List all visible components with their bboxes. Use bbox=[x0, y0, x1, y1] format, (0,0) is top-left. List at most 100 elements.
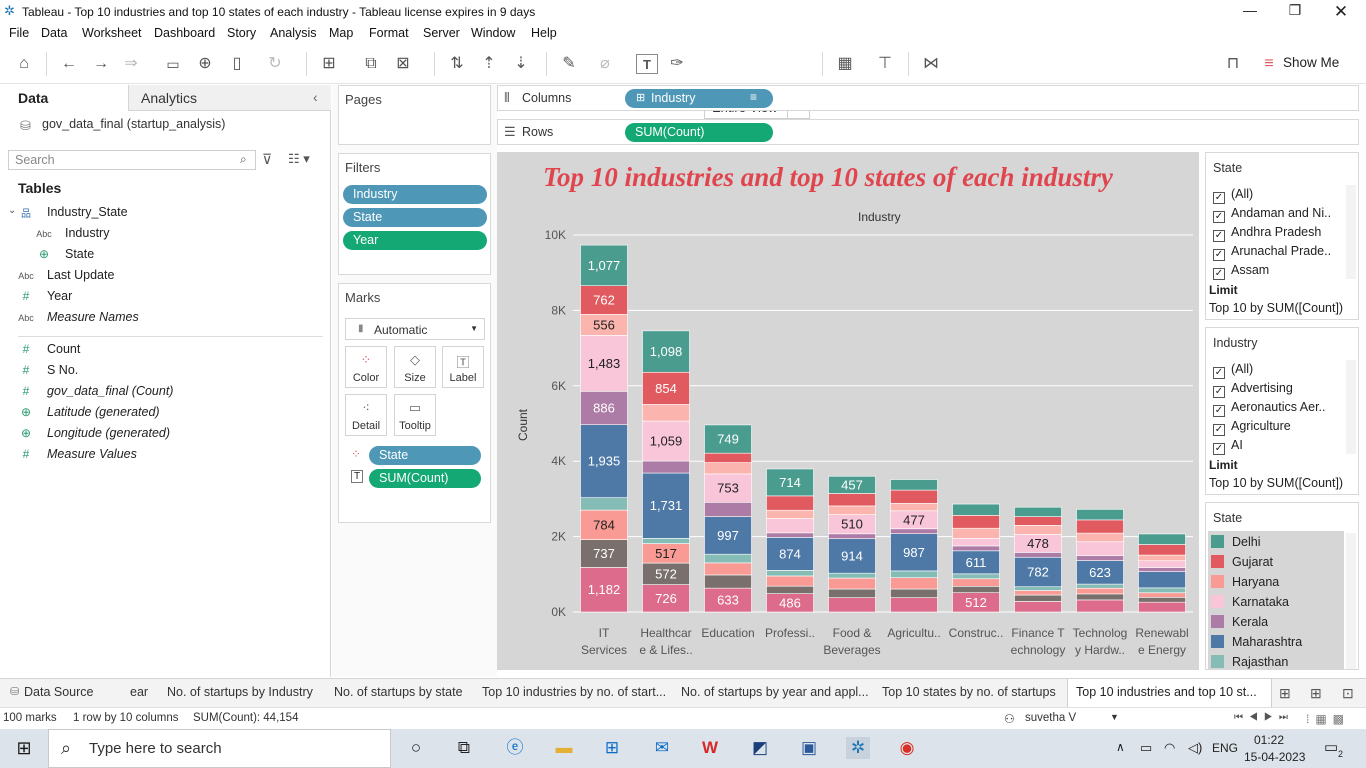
bar-segment[interactable] bbox=[704, 462, 752, 475]
group-icon[interactable]: ⌀ bbox=[594, 54, 616, 74]
bar-segment[interactable] bbox=[1014, 601, 1062, 613]
bar-segment[interactable] bbox=[1076, 583, 1124, 589]
notification-icon[interactable]: ▭ bbox=[1324, 738, 1338, 756]
filter-checkbox-item[interactable]: ✓ (All) bbox=[1213, 187, 1253, 204]
bar-segment[interactable] bbox=[1014, 594, 1062, 602]
filter-checkbox-item[interactable]: ✓ Assam bbox=[1213, 263, 1269, 280]
bar-segment[interactable] bbox=[766, 495, 814, 511]
checkbox-icon[interactable]: ✓ bbox=[1213, 211, 1225, 223]
bar-segment[interactable] bbox=[828, 533, 876, 540]
checkbox-icon[interactable]: ✓ bbox=[1213, 230, 1225, 242]
swap-icon[interactable]: ⇅ bbox=[446, 54, 468, 74]
filter-pill-state[interactable]: State bbox=[343, 208, 487, 227]
bar-segment[interactable] bbox=[890, 597, 938, 613]
filter-checkbox-item[interactable]: ✓ (All) bbox=[1213, 362, 1253, 379]
bar-segment[interactable] bbox=[890, 489, 938, 504]
bar-segment[interactable] bbox=[828, 588, 876, 598]
field-item[interactable]: State bbox=[65, 247, 94, 261]
menu-analysis[interactable]: Analysis bbox=[270, 26, 317, 40]
new-sheet-icon[interactable]: ⊞ bbox=[1279, 685, 1291, 702]
fix-axes-icon[interactable]: ✑ bbox=[666, 54, 688, 74]
pause-updates-icon[interactable]: ▯ bbox=[226, 54, 248, 74]
datasource-name[interactable]: gov_data_final (startup_analysis) bbox=[42, 117, 225, 131]
presentation-icon[interactable]: ⊤ bbox=[874, 54, 896, 74]
legend-item[interactable]: Gujarat bbox=[1211, 555, 1273, 569]
legend-item[interactable]: Rajasthan bbox=[1211, 655, 1288, 669]
show-labels-icon[interactable]: T bbox=[636, 54, 658, 74]
menu-file[interactable]: File bbox=[9, 26, 29, 40]
checkbox-icon[interactable]: ✓ bbox=[1213, 192, 1225, 204]
bar-segment[interactable] bbox=[1138, 554, 1186, 562]
tab-data-source[interactable]: Data Source bbox=[24, 685, 93, 699]
duplicate-icon[interactable]: ⧉ bbox=[360, 54, 382, 74]
bar-segment[interactable] bbox=[704, 452, 752, 463]
bar-segment[interactable] bbox=[1138, 567, 1186, 572]
bar-segment[interactable] bbox=[1138, 533, 1186, 545]
new-worksheet-icon[interactable]: ⊞ bbox=[318, 54, 340, 74]
legend-item[interactable]: Delhi bbox=[1211, 535, 1261, 549]
bar-segment[interactable] bbox=[1076, 587, 1124, 595]
checkbox-icon[interactable]: ✓ bbox=[1213, 268, 1225, 280]
menu-format[interactable]: Format bbox=[369, 26, 409, 40]
sheet-tab-active[interactable]: Top 10 industries and top 10 st... bbox=[1067, 679, 1272, 708]
sheet-tab[interactable]: Top 10 industries by no. of start... bbox=[482, 685, 666, 699]
taskbar-search[interactable]: ⌕ Type here to search bbox=[48, 729, 391, 768]
bar-segment[interactable] bbox=[704, 501, 752, 517]
bar-segment[interactable] bbox=[642, 537, 690, 544]
minimize-icon[interactable]: — bbox=[1240, 2, 1260, 20]
mark-type-dropdown[interactable]: ▮ Automatic ▼ bbox=[345, 318, 485, 340]
field-item[interactable]: Latitude (generated) bbox=[47, 405, 160, 419]
menu-window[interactable]: Window bbox=[471, 26, 515, 40]
bar-segment[interactable] bbox=[1014, 586, 1062, 591]
field-item[interactable]: Last Update bbox=[47, 268, 114, 282]
field-item[interactable]: Longitude (generated) bbox=[47, 426, 170, 440]
menu-story[interactable]: Story bbox=[227, 26, 256, 40]
bar-segment[interactable] bbox=[704, 574, 752, 589]
bar-segment[interactable] bbox=[642, 460, 690, 474]
color-button[interactable]: ⁘ Color bbox=[345, 346, 387, 388]
edge-icon[interactable]: ⓔ bbox=[503, 737, 527, 759]
menu-server[interactable]: Server bbox=[423, 26, 460, 40]
bar-segment[interactable] bbox=[1138, 601, 1186, 613]
bar-segment[interactable] bbox=[1014, 506, 1062, 517]
home-icon[interactable]: ⌂ bbox=[13, 54, 35, 74]
filter-pill-year[interactable]: Year bbox=[343, 231, 487, 250]
marks-pill-sum-count[interactable]: SUM(Count) bbox=[369, 469, 481, 488]
expand-icon[interactable]: ⌄ bbox=[8, 205, 16, 216]
image-viewer-icon[interactable]: ▣ bbox=[797, 737, 821, 759]
bar-segment[interactable] bbox=[766, 570, 814, 577]
legend-item[interactable]: Haryana bbox=[1211, 575, 1279, 589]
new-story-icon[interactable]: ⊡ bbox=[1342, 685, 1354, 702]
size-button[interactable]: ◇ Size bbox=[394, 346, 436, 388]
bar-segment[interactable] bbox=[642, 404, 690, 422]
menu-data[interactable]: Data bbox=[41, 26, 67, 40]
user-name[interactable]: suvetha V bbox=[1025, 712, 1076, 724]
bar-segment[interactable] bbox=[1014, 552, 1062, 558]
rows-pill-sum-count[interactable]: SUM(Count) bbox=[625, 123, 773, 142]
sort-ascending-icon[interactable]: ⇡ bbox=[478, 54, 500, 74]
checkbox-icon[interactable]: ✓ bbox=[1213, 386, 1225, 398]
filter-checkbox-item[interactable]: ✓ Aeronautics Aer.. bbox=[1213, 400, 1326, 417]
checkbox-icon[interactable]: ✓ bbox=[1213, 405, 1225, 417]
store-icon[interactable]: ⊞ bbox=[600, 737, 624, 759]
field-item[interactable]: gov_data_final (Count) bbox=[47, 384, 173, 398]
bar-segment[interactable] bbox=[828, 597, 876, 613]
bar-segment[interactable] bbox=[952, 527, 1000, 539]
field-item[interactable]: Year bbox=[47, 289, 72, 303]
view-options-icon[interactable]: ☷ ▾ bbox=[288, 151, 310, 167]
bar-segment[interactable] bbox=[828, 493, 876, 507]
field-item[interactable]: Measure Names bbox=[47, 310, 139, 324]
bar-segment[interactable] bbox=[766, 585, 814, 594]
bar-segment[interactable] bbox=[1076, 593, 1124, 601]
sheet-tab[interactable]: No. of startups by state bbox=[334, 685, 463, 699]
bar-segment[interactable] bbox=[952, 538, 1000, 547]
replay-icon[interactable]: ⇒ bbox=[120, 54, 142, 74]
format-painter-icon[interactable]: ⊓ bbox=[1222, 54, 1244, 74]
bar-segment[interactable] bbox=[828, 572, 876, 579]
bar-segment[interactable] bbox=[828, 505, 876, 515]
bar-segment[interactable] bbox=[1076, 555, 1124, 561]
bar-segment[interactable] bbox=[828, 577, 876, 590]
tooltip-button[interactable]: ▭ Tooltip bbox=[394, 394, 436, 436]
view-mode-icons[interactable]: ⁞▦▩ bbox=[1306, 712, 1350, 726]
bar-segment[interactable] bbox=[952, 578, 1000, 587]
